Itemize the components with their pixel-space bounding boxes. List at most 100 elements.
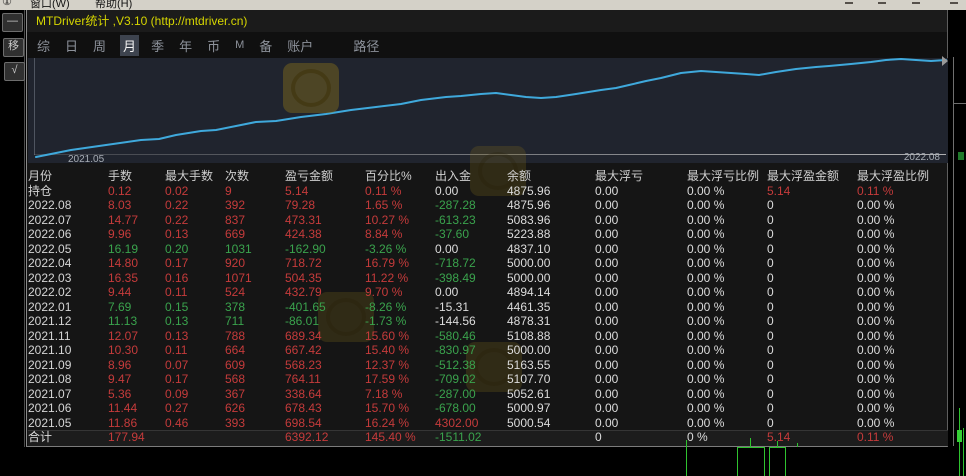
- header-cell: 百分比%: [365, 169, 435, 184]
- cell: -162.90: [285, 242, 365, 257]
- cell: 0.00 %: [857, 285, 912, 300]
- cell: 0: [767, 271, 857, 286]
- cell: 177.94: [108, 430, 165, 445]
- tab-币[interactable]: 币: [206, 35, 221, 56]
- cell: -3.26 %: [365, 242, 435, 257]
- cell: 2021.07: [28, 387, 108, 402]
- cell: 16.79 %: [365, 256, 435, 271]
- cell: -718.72: [435, 256, 507, 271]
- cell: 568: [225, 372, 285, 387]
- cell: 718.72: [285, 256, 365, 271]
- cell: 0.09: [165, 387, 225, 402]
- menu-window[interactable]: 窗口(W): [30, 0, 70, 10]
- cell: [225, 430, 285, 445]
- cell: 0: [767, 343, 857, 358]
- cell: 11.13: [108, 314, 165, 329]
- cell: 0: [767, 314, 857, 329]
- table-row: 2022.017.690.15378-401.65-8.26 %-15.3144…: [28, 300, 920, 315]
- tab-M[interactable]: M: [234, 38, 245, 52]
- cell: 0.22: [165, 213, 225, 228]
- cell: 0.46: [165, 416, 225, 431]
- tab-日[interactable]: 日: [64, 35, 79, 56]
- collapse-button[interactable]: —: [2, 13, 23, 32]
- cell: 473.31: [285, 213, 365, 228]
- header-cell: 次数: [225, 169, 285, 184]
- cell: 0: [767, 213, 857, 228]
- titlebar-mark: [878, 2, 886, 4]
- cell: 5107.70: [507, 372, 595, 387]
- cell: 0.11: [165, 343, 225, 358]
- move-button[interactable]: 移: [3, 38, 24, 57]
- cell: 432.79: [285, 285, 365, 300]
- cell: 5108.88: [507, 329, 595, 344]
- tab-备[interactable]: 备: [258, 35, 273, 56]
- cell: 0: [767, 358, 857, 373]
- header-cell: 余额: [507, 169, 595, 184]
- cell: 5000.97: [507, 401, 595, 416]
- path-button[interactable]: 路径: [353, 36, 379, 55]
- cell: 0.00 %: [687, 387, 767, 402]
- cell: 568.23: [285, 358, 365, 373]
- cell: 14.80: [108, 256, 165, 271]
- cell: 9.70 %: [365, 285, 435, 300]
- cell: -613.23: [435, 213, 507, 228]
- check-button[interactable]: √: [4, 62, 25, 81]
- cell: 0.00 %: [857, 387, 912, 402]
- tab-年[interactable]: 年: [178, 35, 193, 56]
- tab-季[interactable]: 季: [150, 35, 165, 56]
- cell: 788: [225, 329, 285, 344]
- cell: 4878.31: [507, 314, 595, 329]
- titlebar-mark: [950, 2, 958, 4]
- tab-账户[interactable]: 账户: [286, 35, 314, 56]
- candle-body: [957, 430, 962, 442]
- cell: 2021.12: [28, 314, 108, 329]
- window-title: MTDriver统计 ,V3.10 (http://mtdriver.cn): [36, 14, 247, 28]
- cell: 5000.00: [507, 256, 595, 271]
- cell: 0.00: [595, 256, 687, 271]
- cell: -287.28: [435, 198, 507, 213]
- background-chart-gridline: [953, 57, 954, 446]
- table-total-row: 合计177.946392.12145.40 %-1511.0200 %5.140…: [28, 430, 920, 445]
- cell: 0.00: [595, 285, 687, 300]
- cell: 9.44: [108, 285, 165, 300]
- cell: 4875.96: [507, 198, 595, 213]
- tab-周[interactable]: 周: [92, 35, 107, 56]
- cell: 367: [225, 387, 285, 402]
- cell: 2022.06: [28, 227, 108, 242]
- cell: 10.27 %: [365, 213, 435, 228]
- cell: 合计: [28, 430, 108, 445]
- cell: 9: [225, 184, 285, 199]
- cell: 0.17: [165, 372, 225, 387]
- background-chart-gridline: [953, 103, 966, 104]
- cell: 0.00: [595, 184, 687, 199]
- header-cell: 出入金: [435, 169, 507, 184]
- cell: 11.44: [108, 401, 165, 416]
- menu-help[interactable]: 帮助(H): [95, 0, 132, 10]
- cell: 0.00: [595, 300, 687, 315]
- cell: 16.19: [108, 242, 165, 257]
- cell: -830.97: [435, 343, 507, 358]
- cell: 8.84 %: [365, 227, 435, 242]
- cell: 15.40 %: [365, 343, 435, 358]
- cell: 0.00 %: [857, 300, 912, 315]
- window-titlebar[interactable]: MTDriver统计 ,V3.10 (http://mtdriver.cn): [27, 10, 947, 32]
- cell: 5.14: [767, 430, 857, 445]
- table-row: 2021.1211.130.13711-86.01-1.73 %-144.564…: [28, 314, 920, 329]
- cell: 2021.05: [28, 416, 108, 431]
- cell: 664: [225, 343, 285, 358]
- cell: 0: [767, 198, 857, 213]
- cell: 0.00: [595, 198, 687, 213]
- tab-综[interactable]: 综: [36, 35, 51, 56]
- header-cell: 最大浮盈比例: [857, 169, 912, 184]
- cell: 7.18 %: [365, 387, 435, 402]
- cell: 0.13: [165, 314, 225, 329]
- cell: 2022.04: [28, 256, 108, 271]
- cell: 5000.00: [507, 271, 595, 286]
- cell: 5.14: [767, 184, 857, 199]
- app-menubar: ① 窗口(W) 帮助(H): [0, 0, 966, 10]
- tab-月[interactable]: 月: [120, 35, 139, 56]
- cell: 0.27: [165, 401, 225, 416]
- cell: 669: [225, 227, 285, 242]
- cell: 2022.08: [28, 198, 108, 213]
- table-row: 2022.0516.190.201031-162.90-3.26 %0.0048…: [28, 242, 920, 257]
